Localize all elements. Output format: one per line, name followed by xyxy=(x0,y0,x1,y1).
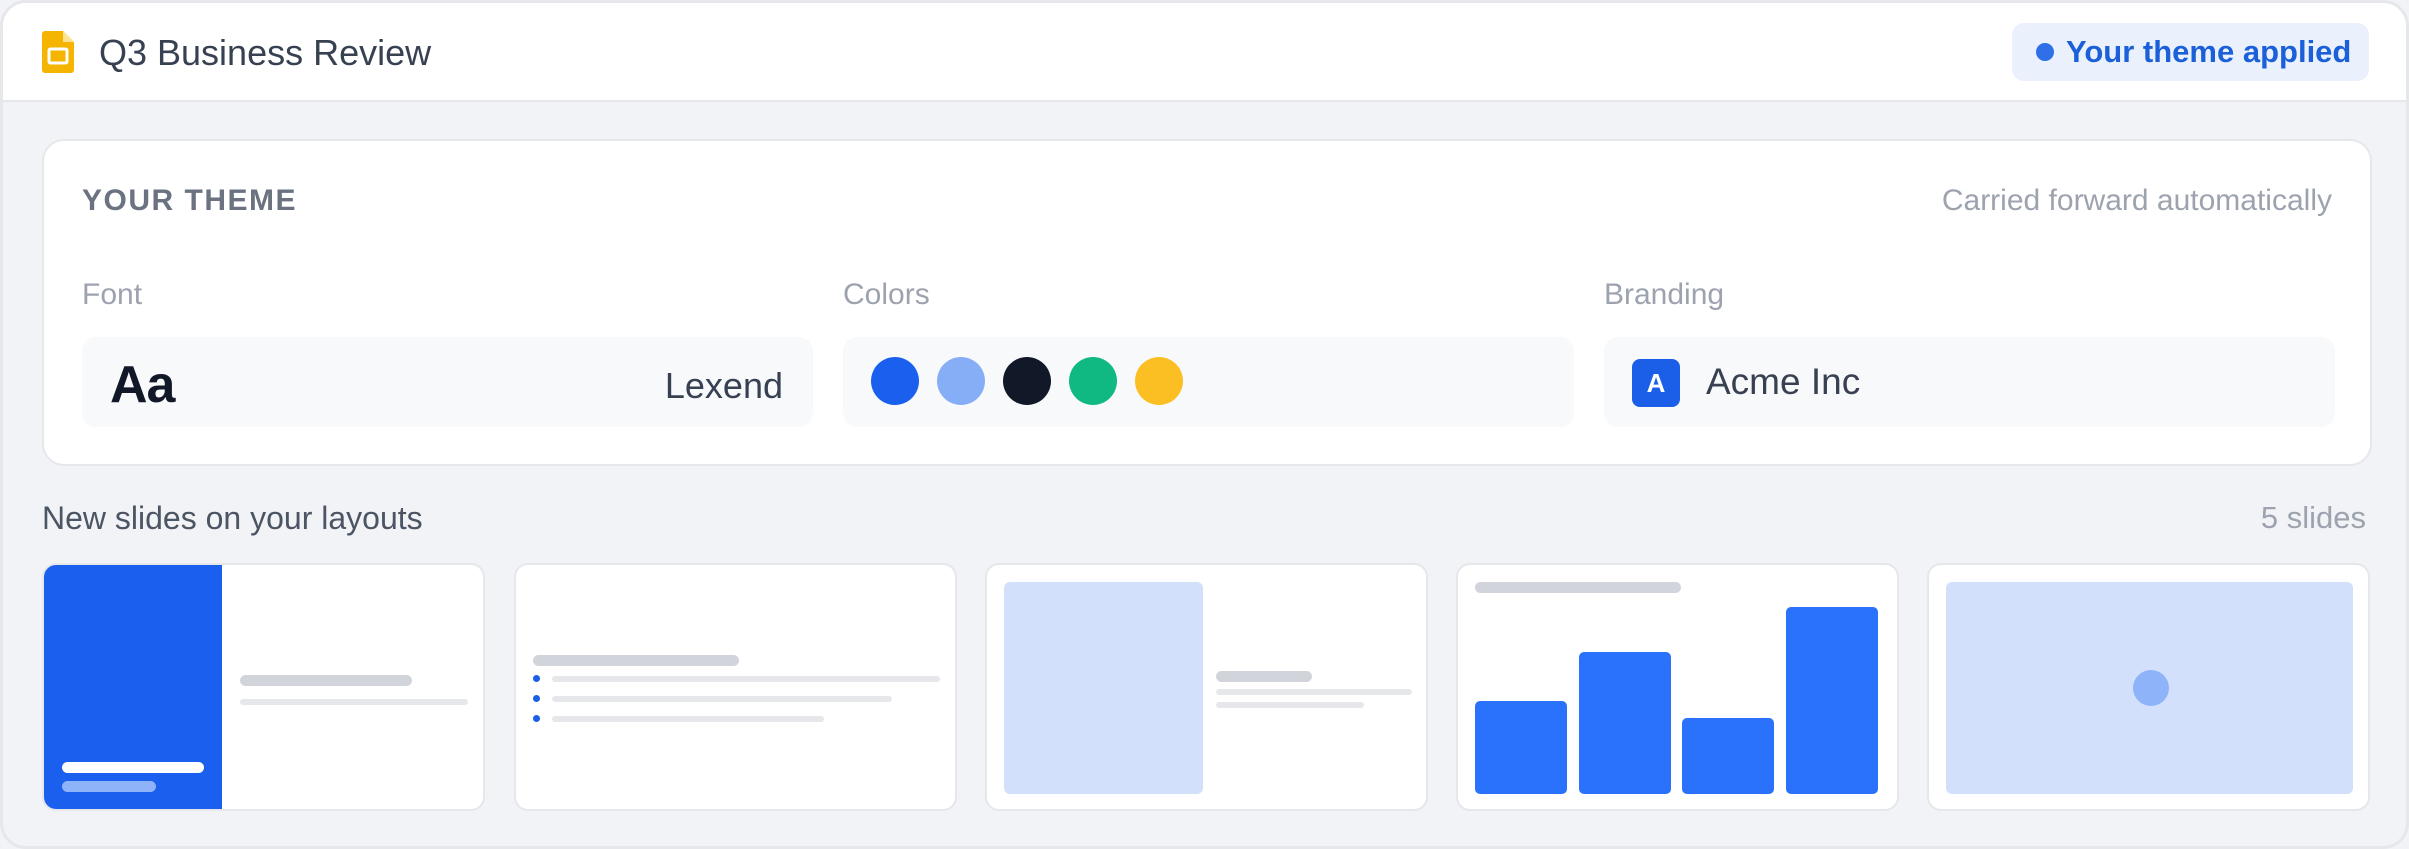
slide-thumbnail-bullets[interactable] xyxy=(514,563,957,811)
theme-applied-badge: Your theme applied xyxy=(2012,23,2369,81)
chart-bar xyxy=(1475,701,1567,794)
slide-count: 5 slides xyxy=(2260,500,2366,535)
colors-label: Colors xyxy=(843,278,930,311)
image-focus-icon xyxy=(2133,670,2169,706)
font-selector[interactable]: Aa Lexend xyxy=(82,337,813,427)
theme-note: Carried forward automatically xyxy=(1941,184,2332,217)
color-swatch-3[interactable] xyxy=(1003,357,1051,405)
brand-name: Acme Inc xyxy=(1706,361,1861,402)
heading-line xyxy=(240,675,412,686)
title-line xyxy=(62,762,204,773)
list-line xyxy=(552,676,940,682)
bullet-icon xyxy=(533,695,540,702)
status-dot-icon xyxy=(2036,43,2054,61)
color-swatch-5[interactable] xyxy=(1135,357,1183,405)
color-palette[interactable] xyxy=(843,337,1574,427)
list-line xyxy=(552,696,892,702)
document-title[interactable]: Q3 Business Review xyxy=(99,31,431,75)
app-frame: Q3 Business Review Your theme applied YO… xyxy=(0,0,2409,849)
bullet-icon xyxy=(533,715,540,722)
heading-line xyxy=(1475,582,1681,593)
brand-logo: A xyxy=(1632,359,1680,407)
color-swatches xyxy=(871,357,1183,405)
body-line xyxy=(1216,702,1364,708)
font-label: Font xyxy=(82,278,143,311)
chart-bar xyxy=(1578,652,1671,794)
chart-bar xyxy=(1785,607,1878,794)
slide-thumbnail-full-image[interactable] xyxy=(1927,563,2370,811)
subtitle-line xyxy=(62,781,156,792)
color-swatch-1[interactable] xyxy=(871,357,919,405)
font-sample: Aa xyxy=(110,356,175,414)
top-bar: Q3 Business Review Your theme applied xyxy=(3,3,2406,102)
color-swatch-4[interactable] xyxy=(1069,357,1117,405)
heading-line xyxy=(1216,671,1312,682)
branding-label: Branding xyxy=(1604,278,1725,311)
body-line xyxy=(1216,689,1412,695)
image-placeholder xyxy=(1004,582,1203,794)
bullet-icon xyxy=(533,675,540,682)
branding-selector[interactable]: A Acme Inc xyxy=(1604,337,2335,427)
theme-applied-label: Your theme applied xyxy=(2066,34,2352,69)
slide-thumbnail-chart[interactable] xyxy=(1456,563,1899,811)
body-line xyxy=(240,699,468,705)
heading-line xyxy=(533,655,739,666)
theme-card: YOUR THEME Carried forward automatically… xyxy=(42,139,2372,466)
slides-doc-icon[interactable] xyxy=(42,31,74,73)
chart-bar xyxy=(1682,718,1774,794)
slide-thumbnail-image-text[interactable] xyxy=(985,563,1428,811)
theme-heading: YOUR THEME xyxy=(82,184,298,217)
color-swatch-2[interactable] xyxy=(937,357,985,405)
list-line xyxy=(552,716,824,722)
font-name: Lexend xyxy=(664,365,783,406)
slides-section-title: New slides on your layouts xyxy=(42,500,423,536)
slide-thumbnail-title[interactable] xyxy=(42,563,485,811)
